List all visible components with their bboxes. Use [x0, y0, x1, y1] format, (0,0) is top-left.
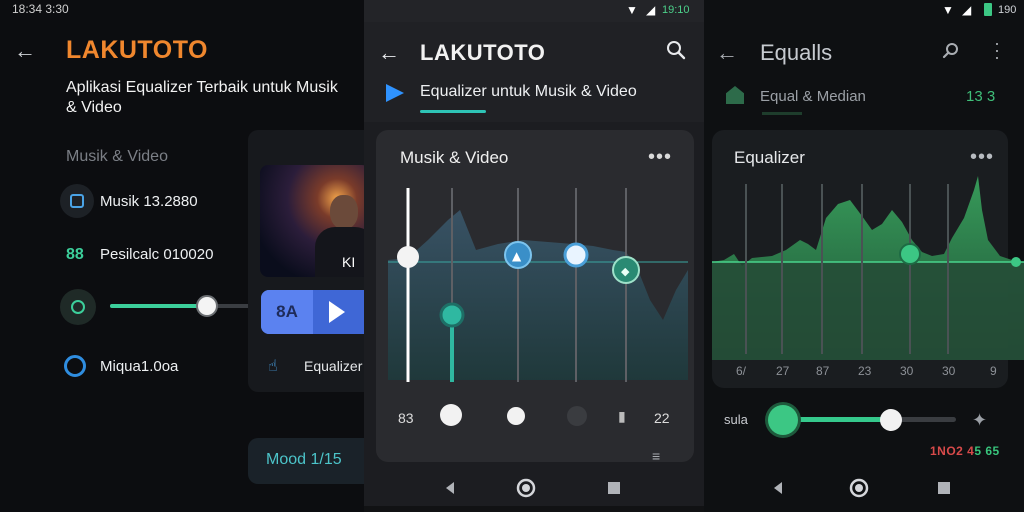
svg-text:◆: ◆	[621, 265, 630, 278]
svg-text:▲: ▲	[512, 249, 522, 263]
ring-icon	[64, 355, 86, 377]
sub-value: 13 3	[966, 88, 996, 105]
speaker-icon[interactable]: ▮	[618, 408, 626, 425]
card-title: Musik & Video	[400, 148, 509, 167]
nav-recents-icon	[938, 482, 950, 494]
hand-icon: ☝	[268, 358, 278, 375]
band-knob	[439, 302, 465, 328]
band-label: 30	[942, 364, 956, 378]
app-brand: LAKUTOTO	[66, 36, 208, 64]
back-arrow-icon[interactable]: ←	[716, 40, 738, 66]
thumbnail-person	[330, 195, 358, 229]
status-text: 19:10	[662, 4, 690, 16]
settings-icon[interactable]: ✦	[972, 410, 987, 431]
nav-bar	[774, 478, 950, 498]
equalizer-toggle-icon[interactable]	[60, 289, 96, 325]
readout-green: 5 65	[974, 444, 1000, 458]
spark-icon[interactable]	[567, 406, 587, 426]
effect-icon[interactable]	[504, 404, 528, 428]
equalizer-graph: ▲ ◆	[388, 188, 688, 382]
wifi-icon: ▼	[626, 3, 638, 17]
band-label: 23	[858, 364, 872, 378]
more-icon[interactable]: •••	[648, 146, 672, 169]
grid-icon: 88	[66, 246, 84, 263]
volume-label: sula	[724, 412, 748, 427]
section-label: Musik & Video	[66, 148, 168, 165]
list-item[interactable]: Musik 13.2880	[100, 193, 198, 210]
more-icon[interactable]: •••	[970, 146, 994, 169]
play-triangle-icon	[386, 84, 404, 102]
right-screen: ▼ ◢ 190 ← Equalls · · · Equal & Median 13 …	[704, 0, 1024, 512]
volume-slider-knob[interactable]	[196, 295, 218, 317]
bass-icon[interactable]	[440, 404, 462, 426]
tab-indicator	[762, 112, 802, 115]
nav-recents-icon	[608, 482, 620, 494]
status-bar: ▼ ◢ 19:10	[364, 0, 704, 22]
band-label: 30	[900, 364, 914, 378]
nav-back-icon	[446, 482, 454, 494]
player-side-label: Equalizer	[304, 358, 363, 374]
status-time: 18:34 3:30	[12, 2, 69, 16]
band-label: 87	[816, 364, 830, 378]
back-arrow-icon[interactable]: ←	[378, 40, 400, 66]
volume-slider-knob[interactable]	[880, 409, 902, 431]
tab-equalizer[interactable]: Equalizer untuk Musik & Video	[420, 83, 637, 101]
home-icon	[726, 86, 744, 104]
tune-icon[interactable]: ≡	[652, 448, 660, 464]
page-title: Equalls	[760, 40, 833, 65]
bottom-edge	[364, 506, 704, 512]
play-icon[interactable]	[329, 301, 345, 323]
battery-icon	[984, 3, 992, 16]
right-value: 22	[654, 410, 670, 426]
band-knob-edge	[1011, 257, 1021, 267]
nav-bar	[446, 478, 620, 498]
band-label: 6/	[736, 364, 747, 378]
band-label: 27	[776, 364, 790, 378]
band-label: 9	[990, 364, 997, 378]
tab-indicator	[420, 110, 486, 113]
signal-icon: ◢	[962, 3, 972, 17]
player-chip: 8A	[261, 290, 313, 334]
app-subtitle: Aplikasi Equalizer Terbaik untuk Musik &…	[66, 79, 338, 116]
square-icon	[60, 184, 94, 218]
more-vert-icon[interactable]: · · ·	[994, 34, 1000, 66]
page-title: LAKUTOTO	[420, 40, 546, 65]
equalizer-graph	[712, 176, 1024, 360]
volume-slider-fill	[110, 304, 206, 308]
readout: 1NO2 45 65	[930, 444, 1000, 458]
volume-slider-fill	[784, 417, 892, 422]
lower-band	[712, 262, 1024, 360]
nav-back-icon	[774, 482, 782, 494]
signal-icon: ◢	[646, 3, 656, 17]
wifi-icon: ▼	[942, 3, 954, 17]
list-item[interactable]: Pesilcalc 010020	[100, 246, 213, 263]
player-bar[interactable]: 8A	[261, 290, 364, 334]
status-text: 190	[998, 4, 1017, 16]
thumbnail-caption: KI	[342, 254, 356, 270]
back-arrow-icon[interactable]: ←	[14, 38, 36, 64]
app-bar	[364, 22, 704, 122]
search-icon[interactable]	[942, 42, 960, 60]
left-value: 83	[398, 410, 414, 426]
mood-pill[interactable]: Mood 1/15	[248, 438, 364, 484]
band-knob	[397, 246, 419, 268]
volume-start-knob[interactable]	[768, 405, 798, 435]
spectrum-area	[388, 210, 688, 380]
search-icon[interactable]	[666, 40, 686, 60]
sub-label: Equal & Median	[760, 88, 866, 105]
middle-screen: ▼ ◢ 19:10 ← LAKUTOTO Equalizer untuk Mus…	[364, 0, 704, 512]
readout-red: 1NO2 4	[930, 444, 975, 458]
thumbnail-person-body	[315, 227, 364, 277]
list-item[interactable]: Miqua1.0oa	[100, 358, 178, 375]
band-knob	[563, 242, 589, 268]
mood-pill-label: Mood 1/15	[266, 451, 342, 468]
left-screen: 18:34 3:30 ← LAKUTOTO Aplikasi Equalizer…	[0, 0, 364, 512]
card-title: Equalizer	[734, 148, 805, 167]
band-knob	[899, 243, 921, 265]
